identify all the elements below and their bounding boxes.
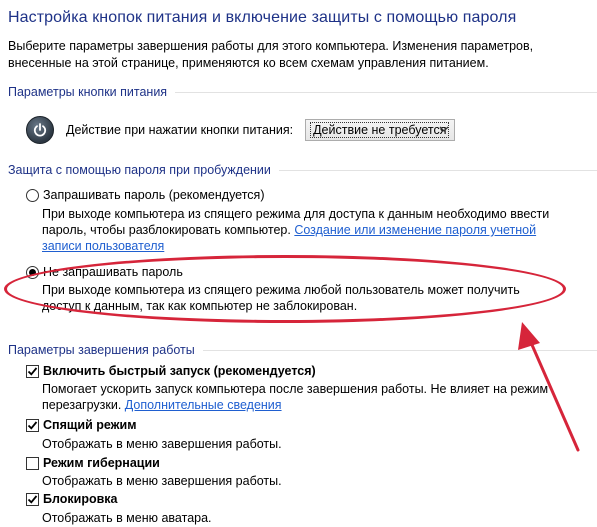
more-info-link[interactable]: Дополнительные сведения (125, 398, 282, 412)
checkbox-fast-startup[interactable]: Включить быстрый запуск (рекомендуется) (26, 364, 316, 378)
power-buttons-section: Параметры кнопки питания (8, 84, 597, 100)
checkbox-hibernate[interactable]: Режим гибернации (26, 456, 160, 470)
power-icon (26, 116, 54, 144)
checkbox-sleep[interactable]: Спящий режим (26, 418, 136, 432)
password-protection-section-title: Защита с помощью пароля при пробуждении (8, 163, 271, 177)
checkbox[interactable] (26, 364, 39, 378)
power-buttons-section-title: Параметры кнопки питания (8, 85, 168, 99)
radio-button-selected[interactable] (26, 265, 39, 279)
section-divider (278, 169, 597, 171)
radio-require-password-label: Запрашивать пароль (рекомендуется) (43, 188, 265, 202)
checkbox-sleep-label: Спящий режим (43, 418, 137, 432)
radio-button[interactable] (26, 188, 39, 202)
checkbox-hibernate-description: Отображать в меню завершения работы. (42, 474, 282, 488)
checkbox-fast-startup-label: Включить быстрый запуск (рекомендуется) (43, 364, 316, 378)
radio-no-password-description: При выходе компьютера из спящего режима … (42, 283, 520, 313)
checkbox[interactable] (26, 456, 39, 470)
radio-require-password[interactable]: Запрашивать пароль (рекомендуется) (26, 188, 264, 202)
checkbox-fast-startup-description: Помогает ускорить запуск компьютера посл… (42, 381, 562, 413)
checkbox-lock-description: Отображать в меню аватара. (42, 511, 212, 525)
checkbox-lock[interactable]: Блокировка (26, 492, 118, 506)
power-button-action-label: Действие при нажатии кнопки питания: (66, 123, 294, 137)
checkmark-icon (27, 420, 38, 430)
shutdown-section-title: Параметры завершения работы (8, 343, 195, 357)
checkmark-icon (27, 494, 38, 504)
radio-no-password-label: Не запрашивать пароль (43, 265, 183, 279)
shutdown-section: Параметры завершения работы (8, 342, 597, 358)
password-protection-section: Защита с помощью пароля при пробуждении (8, 162, 597, 178)
checkbox-lock-label: Блокировка (43, 492, 118, 506)
power-button-action-value: Действие не требуется (310, 122, 450, 138)
power-button-row: Действие при нажатии кнопки питания: Дей… (26, 116, 456, 144)
power-button-action-select[interactable]: Действие не требуется (305, 119, 456, 141)
section-divider (175, 91, 597, 93)
fast-startup-description-text: Помогает ускорить запуск компьютера посл… (42, 382, 549, 412)
radio-no-password[interactable]: Не запрашивать пароль (26, 265, 183, 279)
checkbox-hibernate-label: Режим гибернации (43, 456, 160, 470)
section-divider (202, 349, 597, 351)
radio-dot (29, 268, 36, 276)
checkmark-icon (27, 366, 38, 376)
page-title: Настройка кнопок питания и включение защ… (8, 9, 517, 26)
chevron-down-icon (438, 123, 450, 138)
checkbox[interactable] (26, 418, 39, 432)
checkbox-sleep-description: Отображать в меню завершения работы. (42, 437, 282, 451)
radio-require-password-description: При выходе компьютера из спящего режима … (42, 206, 562, 254)
checkbox[interactable] (26, 492, 39, 506)
page-description: Выберите параметры завершения работы для… (8, 39, 534, 70)
